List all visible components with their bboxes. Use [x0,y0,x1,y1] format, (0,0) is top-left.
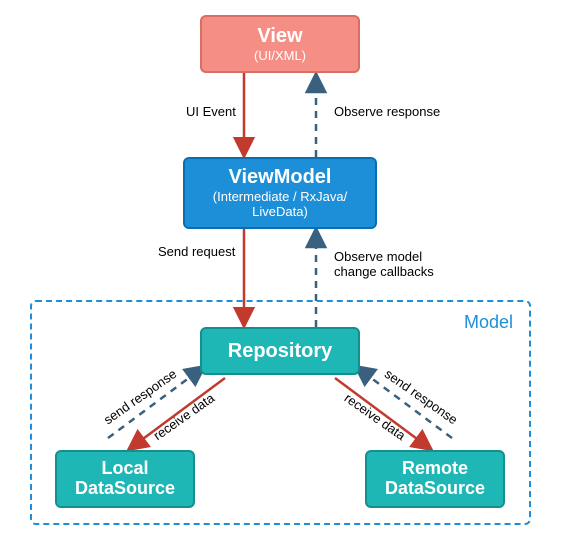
node-local-datasource: Local DataSource [55,450,195,508]
node-viewmodel-sub: (Intermediate / RxJava/ LiveData) [213,190,347,220]
node-viewmodel-title: ViewModel [229,166,332,188]
node-view: View (UI/XML) [200,15,360,73]
node-repository-title: Repository [228,340,332,362]
node-view-title: View [257,25,302,47]
node-view-sub: (UI/XML) [254,49,306,64]
node-remote-title: Remote DataSource [385,459,485,499]
node-remote-datasource: Remote DataSource [365,450,505,508]
label-observe-response: Observe response [334,105,440,120]
label-observe-model: Observe model change callbacks [334,250,434,280]
architecture-diagram: Model View (UI/XML) ViewModel (Intermedi… [0,0,561,538]
node-repository: Repository [200,327,360,375]
node-local-title: Local DataSource [75,459,175,499]
model-frame-label: Model [464,312,513,333]
label-send-request: Send request [158,245,235,260]
node-viewmodel: ViewModel (Intermediate / RxJava/ LiveDa… [183,157,377,229]
label-ui-event: UI Event [186,105,236,120]
